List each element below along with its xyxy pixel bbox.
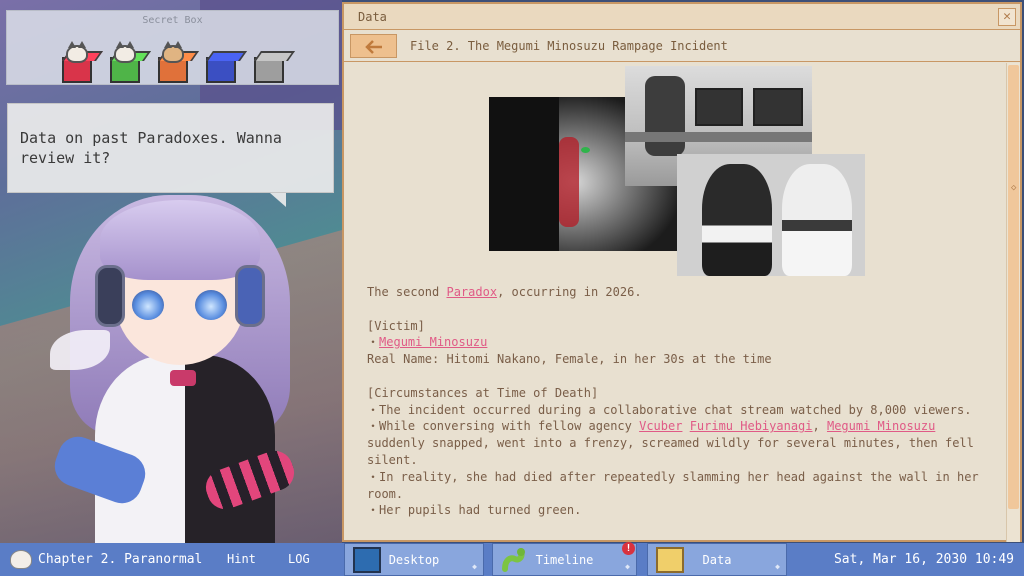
green-eye (581, 147, 590, 153)
photo-detail (695, 88, 743, 126)
blue-box (206, 57, 236, 83)
character-illustration (40, 175, 330, 543)
avatars-photo (677, 154, 865, 276)
hint-button[interactable]: Hint (227, 552, 256, 566)
victim-line: ・Megumi Minosuzu (367, 334, 987, 351)
photo-detail (702, 164, 772, 276)
photo-detail (753, 88, 803, 126)
article-text: , occurring in 2026. (497, 285, 642, 299)
file-content[interactable]: The second Paradox, occurring in 2026. [… (344, 63, 1008, 542)
victim-header: [Victim] (367, 318, 425, 333)
dialogue-bubble-tail (270, 193, 286, 207)
character-eye (195, 290, 227, 320)
timeline-button[interactable]: Timeline ◆ (492, 543, 637, 576)
file-title: File 2. The Megumi Minosuzu Rampage Inci… (410, 39, 728, 53)
photo-detail (645, 76, 685, 156)
article-text: , (812, 419, 827, 434)
paw-icon: ◆ (625, 562, 630, 571)
bullet: ・ (367, 335, 380, 350)
link-vcuber[interactable]: Vcuber (639, 419, 682, 433)
circumstance-item: ・Her pupils had turned green. (367, 503, 582, 518)
scroll-grip-icon: ◇ (1011, 183, 1017, 193)
alert-badge: ! (622, 542, 635, 555)
cat-in-orange-box-icon[interactable] (156, 41, 190, 83)
headphone-icon (95, 265, 125, 327)
gray-box (254, 57, 284, 83)
scroll-thumb[interactable]: ◇ (1008, 65, 1019, 509)
photo-detail (782, 164, 852, 276)
circumstance-item: ・In reality, she had died after repeated… (367, 469, 979, 501)
cat-icon (10, 550, 32, 569)
link-megumi-minosuzu[interactable]: Megumi Minosuzu (827, 419, 935, 433)
cat-icon (162, 41, 184, 63)
cat-icon (66, 41, 88, 63)
back-arrow-icon (365, 40, 382, 54)
circumstance-item: ・The incident occurred during a collabor… (367, 402, 972, 417)
chapter-label: Chapter 2. Paranormal (38, 552, 203, 567)
window-titlebar[interactable]: Data ✕ (344, 4, 1020, 30)
circumstances-header: [Circumstances at Time of Death] (367, 385, 599, 400)
article-text: ・While conversing with fellow agency (367, 419, 640, 434)
photo-detail (489, 97, 559, 251)
desktop-label: Desktop (388, 553, 440, 567)
clock: Sat, Mar 16, 2030 10:49 (833, 552, 1014, 567)
real-name-line: Real Name: Hitomi Nakano, Female, in her… (367, 352, 772, 367)
character-eye (132, 290, 164, 320)
paw-icon: ◆ (472, 562, 477, 571)
dialogue-text: Data on past Paradoxes. Wanna review it? (20, 129, 282, 167)
data-label: Data (702, 553, 732, 567)
desktop-button[interactable]: Desktop ◆ (344, 543, 484, 576)
blue-box-icon[interactable] (204, 45, 238, 83)
data-window: Data ✕ File 2. The Megumi Minosuzu Rampa… (342, 2, 1022, 542)
link-paradox[interactable]: Paradox (446, 285, 497, 299)
gray-box-icon[interactable] (252, 45, 286, 83)
character-bangs (100, 200, 260, 280)
link-furimu-hebiyanagi[interactable]: Furimu Hebiyanagi (690, 419, 813, 433)
ribbon-bow (170, 370, 196, 386)
timeline-label: Timeline (535, 553, 594, 567)
close-icon[interactable]: ✕ (998, 8, 1016, 26)
intro-line: The second Paradox, occurring in 2026. (367, 284, 987, 301)
log-button[interactable]: LOG (288, 552, 310, 566)
data-button[interactable]: Data ◆ (647, 543, 787, 576)
cat-in-green-box-icon[interactable] (108, 41, 142, 83)
dialogue-bubble[interactable]: Data on past Paradoxes. Wanna review it? (7, 103, 334, 193)
cat-in-red-box-icon[interactable] (60, 41, 94, 83)
taskbar: Chapter 2. Paranormal Hint LOG Desktop ◆… (0, 543, 1024, 576)
window-title: Data (358, 10, 387, 24)
character-pane: Secret Box Data on past Paradoxes. Wanna… (0, 0, 342, 543)
photo-detail (625, 132, 812, 142)
scrollbar[interactable]: ◇ (1006, 63, 1020, 542)
cat-icon (114, 41, 136, 63)
article-text: The second (367, 285, 447, 299)
file-navbar: File 2. The Megumi Minosuzu Rampage Inci… (344, 30, 1020, 62)
link-megumi-minosuzu[interactable]: Megumi Minosuzu (379, 335, 487, 349)
headphone-icon (235, 265, 265, 327)
file-article: The second Paradox, occurring in 2026. [… (367, 284, 987, 519)
back-button[interactable] (350, 34, 397, 58)
circumstance-item: ・While conversing with fellow agency Vcu… (367, 418, 987, 468)
paw-icon: ◆ (775, 562, 780, 571)
secret-box-title: Secret Box (142, 15, 203, 26)
photo-detail (559, 137, 579, 227)
article-text: suddenly snapped, went into a frenzy, sc… (367, 436, 974, 467)
secret-box-panel: Secret Box (6, 10, 339, 85)
